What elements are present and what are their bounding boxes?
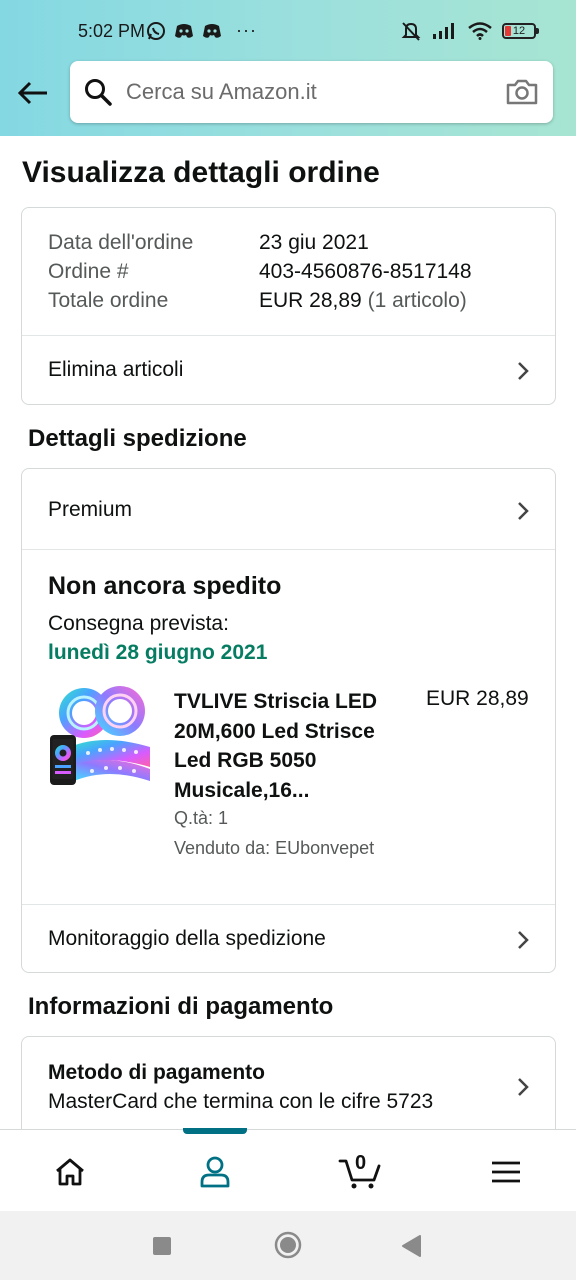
payment-method-link[interactable]: Metodo di pagamento MasterCard che termi… (22, 1037, 555, 1137)
chevron-right-icon (518, 931, 529, 949)
product-image[interactable] (48, 685, 152, 791)
delete-items-label: Elimina articoli (48, 358, 184, 381)
nav-home[interactable] (48, 1152, 92, 1192)
shipment-status: Non ancora spedito (48, 572, 282, 600)
status-bar: 5:02 PM ··· 12 (0, 0, 576, 60)
shipping-method-link[interactable]: Premium (22, 469, 555, 549)
search-icon (85, 79, 112, 106)
order-number-value: 403-4560876-8517148 (259, 260, 472, 283)
user-icon (200, 1156, 230, 1188)
battery-icon: 12 (502, 23, 539, 39)
order-total-label: Totale ordine (48, 289, 169, 312)
search-bar[interactable] (70, 61, 553, 123)
product-price: EUR 28,89 (426, 687, 529, 710)
track-shipment-label: Monitoraggio della spedizione (48, 927, 326, 950)
order-date-label: Data dell'ordine (48, 231, 194, 254)
chevron-right-icon (518, 502, 529, 520)
chevron-right-icon (518, 362, 529, 380)
delivery-date: lunedì 28 giugno 2021 (48, 641, 268, 664)
back-button[interactable] (14, 74, 52, 112)
order-summary-card: Data dell'ordine 23 giu 2021 Ordine # 40… (21, 207, 556, 405)
payment-method-value: MasterCard che termina con le cifre 5723 (48, 1090, 434, 1113)
active-tab-indicator (183, 1128, 247, 1134)
nav-cart[interactable]: 0 (336, 1152, 384, 1192)
order-date-value: 23 giu 2021 (259, 231, 369, 254)
discord-icon (203, 23, 221, 38)
back-nav-button[interactable] (400, 1234, 422, 1258)
status-system-icons: 12 (400, 20, 539, 42)
payment-method-title: Metodo di pagamento (48, 1061, 265, 1084)
search-input[interactable] (126, 75, 496, 109)
order-total-value: EUR 28,89 (1 articolo) (259, 289, 467, 313)
status-time: 5:02 PM (78, 21, 146, 41)
battery-level: 12 (512, 25, 526, 37)
delete-items-link[interactable]: Elimina articoli (22, 336, 555, 405)
signal-icon (433, 23, 454, 39)
nav-account[interactable] (193, 1152, 237, 1192)
menu-icon (492, 1161, 520, 1183)
shipping-method-label: Premium (48, 498, 133, 521)
payment-section-title: Informazioni di pagamento (28, 993, 334, 1020)
delivery-label: Consegna prevista: (48, 612, 229, 635)
camera-icon[interactable] (505, 77, 539, 107)
product-seller: Venduto da: EUbonvepet (174, 838, 375, 858)
nav-menu[interactable] (484, 1152, 528, 1192)
home-icon (56, 1158, 84, 1186)
bottom-navigation: 0 (0, 1128, 576, 1211)
whatsapp-icon (147, 21, 165, 40)
mute-icon (401, 22, 421, 41)
product-title-link[interactable]: TVLIVE Striscia LED 20M,600 Led Strisce … (174, 687, 396, 805)
more-notifications-icon: ··· (236, 20, 257, 40)
page-title: Visualizza dettagli ordine (22, 156, 380, 189)
shipping-section-title: Dettagli spedizione (28, 425, 247, 452)
order-total-amount: EUR 28,89 (259, 289, 362, 312)
shipping-card: Premium Non ancora spedito Consegna prev… (21, 468, 556, 973)
product-quantity: Q.tà: 1 (174, 808, 229, 828)
cart-count-badge: 0 (355, 1152, 367, 1174)
status-notifications: ··· (146, 20, 257, 41)
system-navigation-bar (0, 1211, 576, 1280)
divider (22, 549, 555, 550)
wifi-icon (468, 22, 492, 40)
recents-button[interactable] (152, 1236, 172, 1256)
home-button[interactable] (274, 1231, 302, 1259)
chevron-right-icon (518, 1078, 529, 1096)
order-total-items: (1 articolo) (367, 289, 467, 312)
arrow-left-icon (17, 81, 47, 105)
track-shipment-link[interactable]: Monitoraggio della spedizione (22, 905, 555, 973)
discord-icon (175, 23, 193, 38)
app-header: 5:02 PM ··· 12 Cerca su Amazon.it (0, 0, 576, 136)
order-number-label: Ordine # (48, 260, 129, 283)
